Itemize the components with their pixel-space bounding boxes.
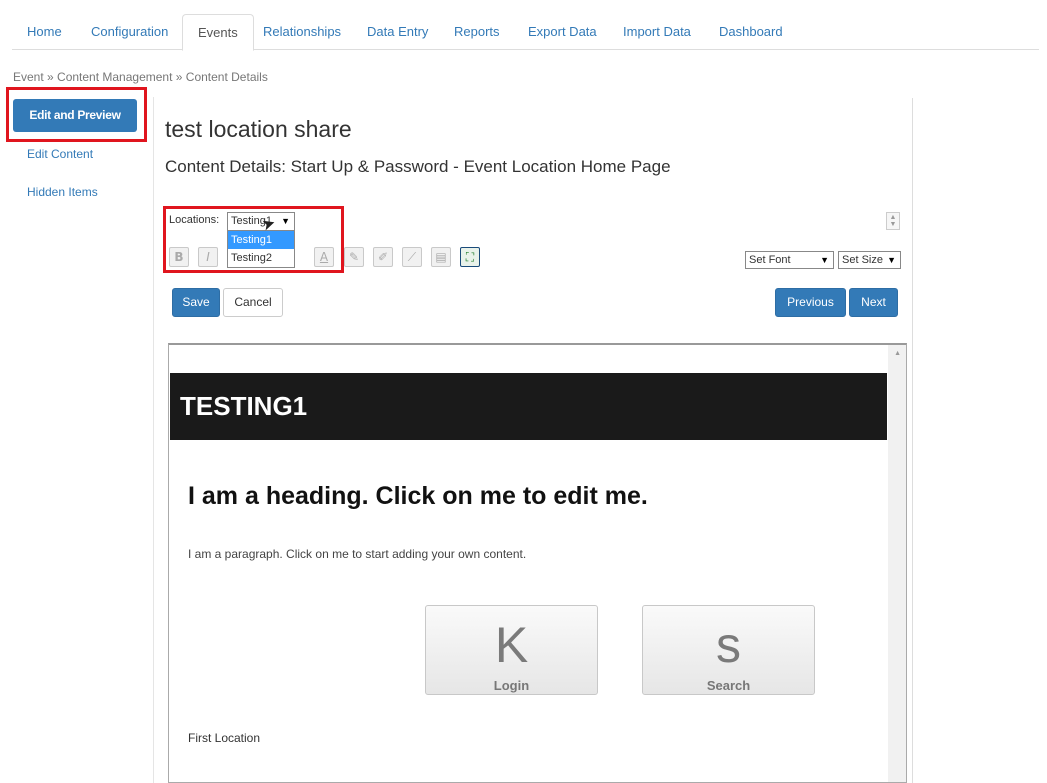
sidebar-item-edit-content[interactable]: Edit Content <box>27 147 93 161</box>
tile-label: Search <box>706 678 751 693</box>
tab-relationships[interactable]: Relationships <box>248 14 356 50</box>
tab-events[interactable]: Events <box>182 14 254 51</box>
save-button[interactable]: Save <box>172 288 220 317</box>
dropdown-arrow-icon: ▼ <box>887 255 896 265</box>
preview-heading[interactable]: I am a heading. Click on me to edit me. <box>188 482 648 511</box>
tab-home[interactable]: Home <box>12 14 77 50</box>
highlight-box <box>6 87 147 142</box>
top-nav: Home Configuration Events Relationships … <box>12 14 1039 51</box>
font-color-icon[interactable]: A <box>314 247 334 267</box>
tab-reports[interactable]: Reports <box>439 14 515 50</box>
column-divider <box>912 98 913 783</box>
spinner-icon[interactable]: ▲ ▼ <box>886 212 900 230</box>
italic-icon[interactable]: I <box>198 247 218 267</box>
banner-title[interactable]: TESTING1 <box>180 391 307 422</box>
footer-text[interactable]: First Location <box>188 731 260 745</box>
tab-import-data[interactable]: Import Data <box>608 14 706 50</box>
fullscreen-icon[interactable]: ⛶ <box>460 247 480 267</box>
breadcrumb: Event » Content Management » Content Det… <box>13 70 268 84</box>
tab-configuration[interactable]: Configuration <box>76 14 183 50</box>
login-icon: K <box>494 617 529 673</box>
next-button[interactable]: Next <box>849 288 898 317</box>
dropdown-arrow-icon: ▼ <box>820 255 829 265</box>
page-title: test location share <box>165 116 352 142</box>
eraser-icon[interactable]: ⟋ <box>402 247 422 267</box>
column-divider <box>153 97 154 783</box>
background-color-icon[interactable]: ✎ <box>344 247 364 267</box>
scroll-up-icon[interactable]: ▲ <box>894 350 901 357</box>
cancel-button[interactable]: Cancel <box>223 288 283 317</box>
tab-export-data[interactable]: Export Data <box>513 14 612 50</box>
set-size-select[interactable]: Set Size ▼ <box>838 251 901 269</box>
tab-dashboard[interactable]: Dashboard <box>704 14 798 50</box>
tab-data-entry[interactable]: Data Entry <box>352 14 443 50</box>
set-font-label: Set Font <box>749 254 791 266</box>
bold-icon[interactable]: B <box>169 247 189 267</box>
sidebar-item-hidden-items[interactable]: Hidden Items <box>27 185 98 199</box>
login-tile[interactable]: K Login <box>425 605 598 695</box>
search-tile[interactable]: s Search <box>642 605 815 695</box>
tile-label: Login <box>493 678 530 693</box>
search-icon: s <box>716 617 741 673</box>
paste-icon[interactable]: ▤ <box>431 247 451 267</box>
preview-frame: ▲ TESTING1 I am a heading. Click on me t… <box>168 343 907 783</box>
set-font-select[interactable]: Set Font ▼ <box>745 251 834 269</box>
scrollbar[interactable]: ▲ <box>888 345 906 782</box>
set-size-label: Set Size <box>842 254 883 266</box>
previous-button[interactable]: Previous <box>775 288 846 317</box>
preview-paragraph[interactable]: I am a paragraph. Click on me to start a… <box>188 547 526 561</box>
page-subtitle: Content Details: Start Up & Password - E… <box>165 157 671 176</box>
highlight-icon[interactable]: ✐ <box>373 247 393 267</box>
preview-banner: TESTING1 <box>170 373 887 440</box>
